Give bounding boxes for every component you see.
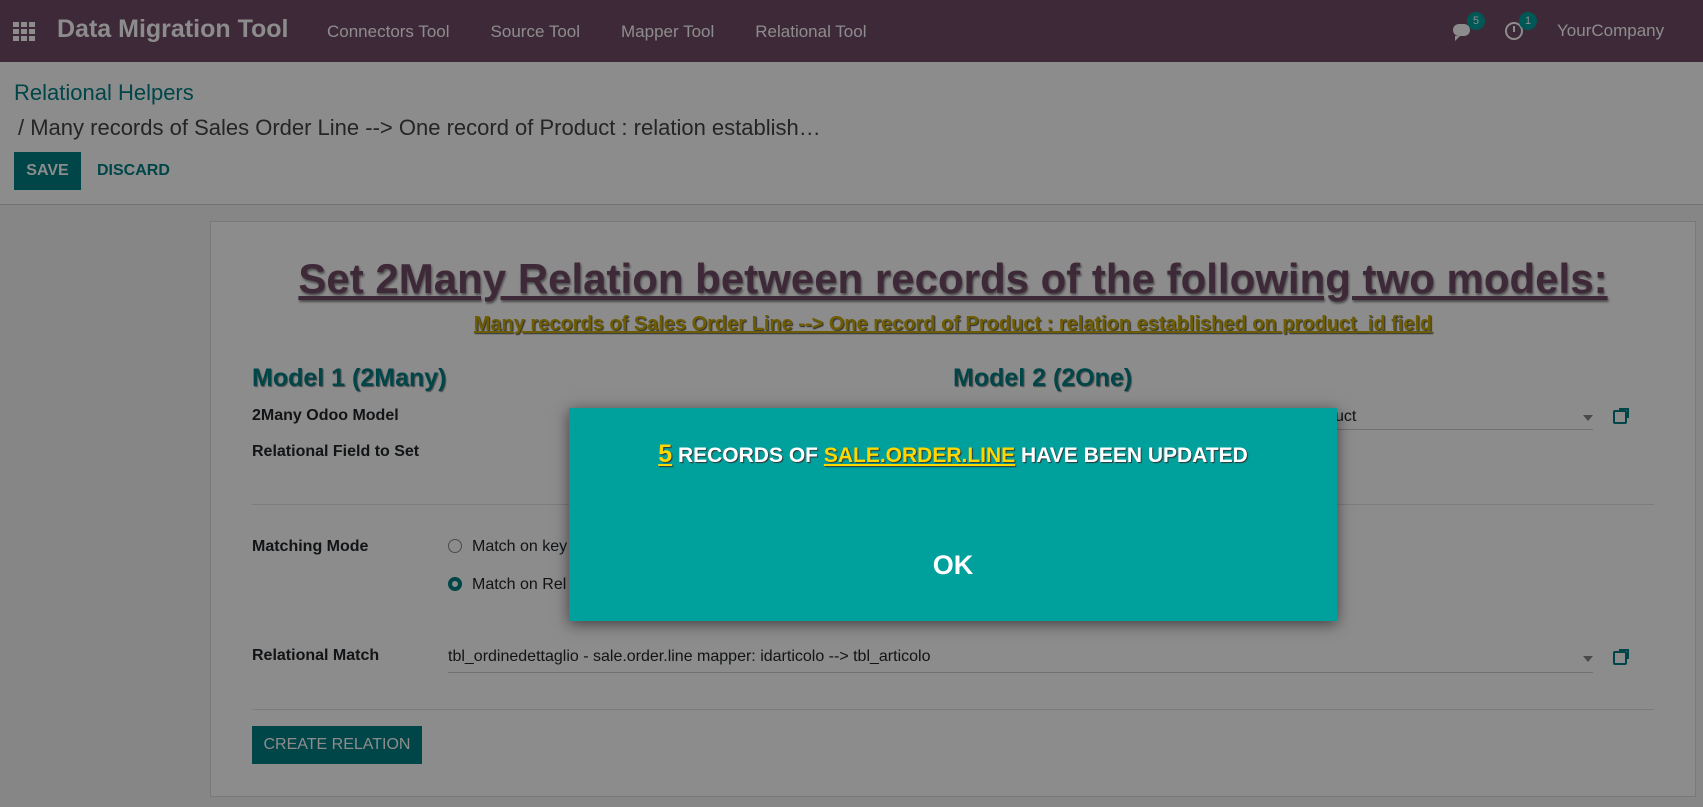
dialog-model-name: SALE.ORDER.LINE bbox=[823, 444, 1016, 467]
dialog-text-after: HAVE BEEN UPDATED bbox=[1021, 444, 1248, 467]
dialog-message: 5 RECORDS OF SALE.ORDER.LINE HAVE BEEN U… bbox=[569, 440, 1337, 469]
modal-backdrop[interactable] bbox=[0, 0, 1703, 807]
dialog-text-before: RECORDS OF bbox=[677, 444, 818, 467]
update-result-dialog: 5 RECORDS OF SALE.ORDER.LINE HAVE BEEN U… bbox=[569, 408, 1337, 621]
updated-count: 5 bbox=[658, 440, 673, 468]
ok-button[interactable]: OK bbox=[569, 549, 1337, 582]
